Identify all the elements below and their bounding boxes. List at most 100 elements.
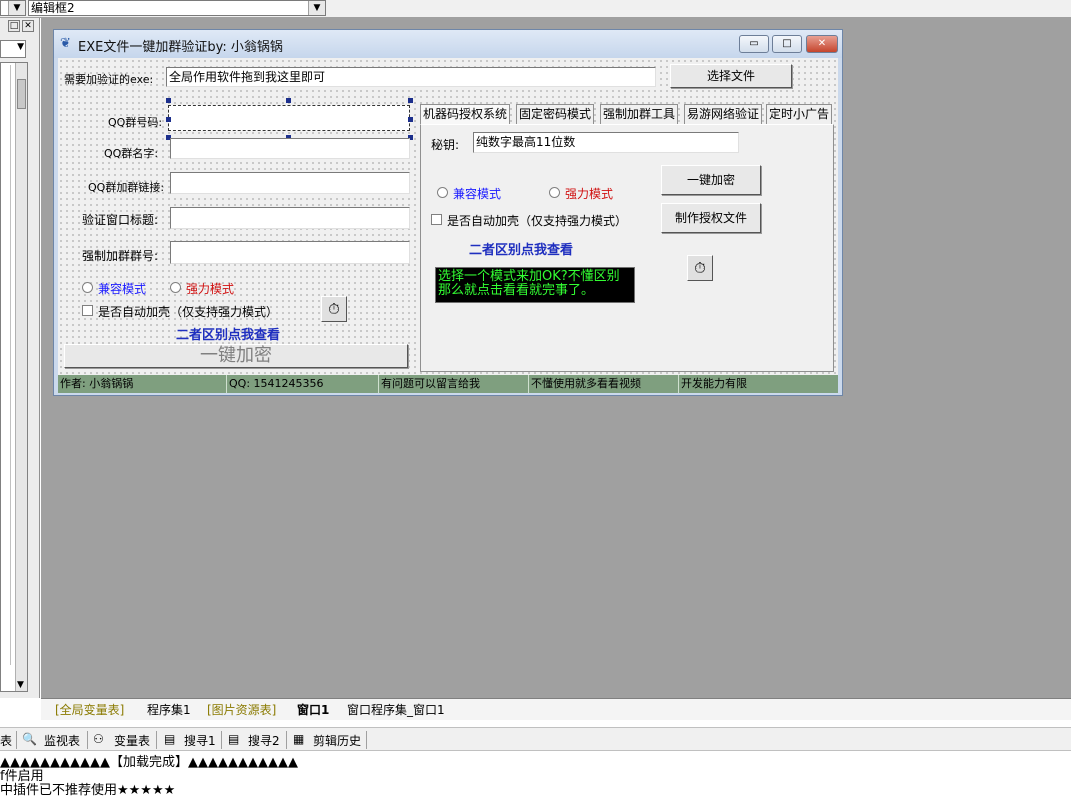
tab-strip: 机器码授权系统 固定密码模式 强制加群工具 易游网络验证 定时小广告: [420, 104, 838, 125]
tab-force-mode-radio[interactable]: [549, 187, 560, 198]
auto-shell-label: 是否自动加壳（仅支持强力模式）: [98, 305, 279, 319]
tab-global-vars[interactable]: [全局变量表]: [55, 701, 124, 718]
tab-timer-component[interactable]: ⏱: [687, 255, 713, 281]
tab-yiyou-verify[interactable]: 易游网络验证: [684, 104, 763, 125]
tab-window1[interactable]: 窗口1: [297, 701, 329, 718]
tab-diff-link[interactable]: 二者区别点我查看: [469, 239, 573, 258]
force-mode-radio[interactable]: [170, 282, 181, 293]
magnifier-icon: 🔍: [22, 732, 37, 746]
close-icon: ✕: [817, 38, 827, 49]
status-dev-note: 开发能力有限: [678, 375, 838, 393]
qq-group-link-input[interactable]: [170, 172, 410, 194]
variables-icon: ⚇: [93, 732, 104, 746]
tab-auto-shell-label: 是否自动加壳（仅支持强力模式）: [447, 214, 628, 228]
status-video-hint: 不懂使用就多看看视频: [528, 375, 678, 393]
vertical-scrollbar[interactable]: ▼: [15, 63, 27, 691]
tab-force-mode-label: 强力模式: [565, 187, 614, 201]
minimize-button[interactable]: ▭: [739, 35, 769, 53]
maximize-button[interactable]: □: [772, 35, 802, 53]
output-line: 中插件已不推荐使用★★★★★: [0, 783, 176, 798]
pin-icon[interactable]: □: [8, 20, 20, 32]
tool-search1[interactable]: 搜寻1: [184, 732, 216, 749]
chevron-down-icon[interactable]: ▼: [17, 680, 24, 690]
tab-auto-shell-checkbox[interactable]: [431, 214, 442, 225]
output-line: ▲▲▲▲▲▲▲▲▲▲▲【加载完成】▲▲▲▲▲▲▲▲▲▲▲: [0, 755, 298, 770]
left-panel-list[interactable]: ▼: [0, 62, 28, 692]
exe-path-input[interactable]: 全局作用软件拖到我这里即可: [166, 67, 656, 87]
search-icon: ▤: [164, 732, 176, 746]
tab-fixed-password[interactable]: 固定密码模式: [516, 104, 595, 125]
separator: [87, 731, 88, 749]
force-mode-label: 强力模式: [186, 282, 235, 296]
status-bar: 作者: 小翁锅锅 QQ: 1541245356 有问题可以留言给我 不懂使用就多…: [58, 375, 838, 393]
compat-mode-radio[interactable]: [82, 282, 93, 293]
editor-tab-strip: [全局变量表] 程序集1 [图片资源表] 窗口1 窗口程序集_窗口1: [41, 698, 1071, 720]
qq-group-name-input[interactable]: [170, 138, 410, 159]
make-license-button[interactable]: 制作授权文件: [661, 203, 761, 233]
qq-group-link-label: QQ群加群链接:: [88, 181, 165, 194]
tab-panel: 秘钥: 纯数字最高11位数 兼容模式 强力模式 一键加密 制作授权文件 是否自动…: [420, 124, 834, 372]
compat-mode-label: 兼容模式: [98, 282, 147, 296]
status-message: 有问题可以留言给我: [378, 375, 528, 393]
status-author: 作者: 小翁锅锅: [60, 377, 134, 390]
selection-handle[interactable]: [166, 117, 171, 122]
tool-search2[interactable]: 搜寻2: [248, 732, 280, 749]
tab-window1-program-set[interactable]: 窗口程序集_窗口1: [347, 701, 445, 718]
verify-title-input[interactable]: [170, 207, 410, 229]
qq-group-number-input[interactable]: [168, 105, 410, 131]
form-window[interactable]: ❦ EXE文件一键加群验证by: 小翁锅锅 ▭ □ ✕ 需要加验证的exe: 全…: [53, 29, 843, 396]
tool-variables[interactable]: 变量表: [114, 732, 150, 749]
top-toolbar: ▼ 编辑框2 ▼: [0, 0, 1071, 18]
verify-title-label: 验证窗口标题:: [82, 213, 159, 227]
selection-handle[interactable]: [166, 98, 171, 103]
separator: [156, 731, 157, 749]
tab-timer-ad[interactable]: 定时小广告: [766, 104, 833, 125]
selection-handle[interactable]: [408, 98, 413, 103]
component-combo[interactable]: 编辑框2 ▼: [28, 0, 326, 16]
bottom-toolbar: 表 🔍 监视表 ⚇ 变量表 ▤ 搜寻1 ▤ 搜寻2 ▦ 剪辑历史: [0, 727, 1071, 751]
close-button[interactable]: ✕: [806, 35, 838, 53]
auto-shell-checkbox[interactable]: [82, 305, 93, 316]
diff-link[interactable]: 二者区别点我查看: [176, 324, 280, 343]
tab-compat-mode-label: 兼容模式: [453, 187, 502, 201]
chevron-down-icon[interactable]: ▼: [8, 1, 25, 15]
left-panel-combo[interactable]: ▼: [0, 40, 26, 58]
separator: [16, 731, 17, 749]
close-icon[interactable]: ✕: [22, 20, 34, 32]
key-input[interactable]: 纯数字最高11位数: [473, 132, 739, 153]
left-combo[interactable]: ▼: [0, 0, 26, 16]
tool-table[interactable]: 表: [0, 732, 12, 749]
status-qq: QQ: 1541245356: [226, 375, 378, 393]
separator: [286, 731, 287, 749]
encrypt-button[interactable]: 一键加密: [64, 344, 408, 368]
window-titlebar[interactable]: ❦ EXE文件一键加群验证by: 小翁锅锅 ▭ □ ✕: [54, 30, 842, 58]
selection-handle[interactable]: [286, 98, 291, 103]
tab-compat-mode-radio[interactable]: [437, 187, 448, 198]
hint-label: 选择一个模式来加OK?不懂区别 那么就点击看看就完事了。: [435, 267, 635, 303]
window-title: EXE文件一键加群验证by: 小翁锅锅: [78, 40, 283, 55]
app-icon: ❦: [60, 36, 71, 51]
clipboard-icon: ▦: [293, 732, 305, 746]
selection-handle[interactable]: [408, 117, 413, 122]
tab-force-group[interactable]: 强制加群工具: [600, 104, 679, 125]
tool-clip-history[interactable]: 剪辑历史: [313, 732, 361, 749]
tab-encrypt-button[interactable]: 一键加密: [661, 165, 761, 195]
timer-component[interactable]: ⏱: [321, 296, 347, 322]
chevron-down-icon[interactable]: ▼: [308, 1, 325, 15]
component-combo-value: 编辑框2: [31, 1, 75, 15]
tab-program-set[interactable]: 程序集1: [147, 701, 191, 718]
qq-group-number-label: QQ群号码:: [108, 116, 163, 129]
force-group-input[interactable]: [170, 241, 410, 264]
list-gutter: [1, 65, 11, 665]
tab-machine-code[interactable]: 机器码授权系统: [420, 104, 511, 125]
stopwatch-icon: ⏱: [328, 300, 340, 318]
tab-image-resources[interactable]: [图片资源表]: [207, 701, 276, 718]
tool-watch[interactable]: 监视表: [44, 732, 80, 749]
scrollbar-thumb[interactable]: [17, 79, 26, 109]
choose-file-button[interactable]: 选择文件: [670, 64, 792, 88]
qq-group-name-label: QQ群名字:: [104, 147, 159, 160]
chevron-down-icon[interactable]: ▼: [17, 42, 24, 52]
maximize-icon: □: [782, 38, 792, 49]
output-line: f件启用: [0, 769, 44, 784]
left-panel: □ ✕ ▼ ▼: [0, 18, 40, 698]
